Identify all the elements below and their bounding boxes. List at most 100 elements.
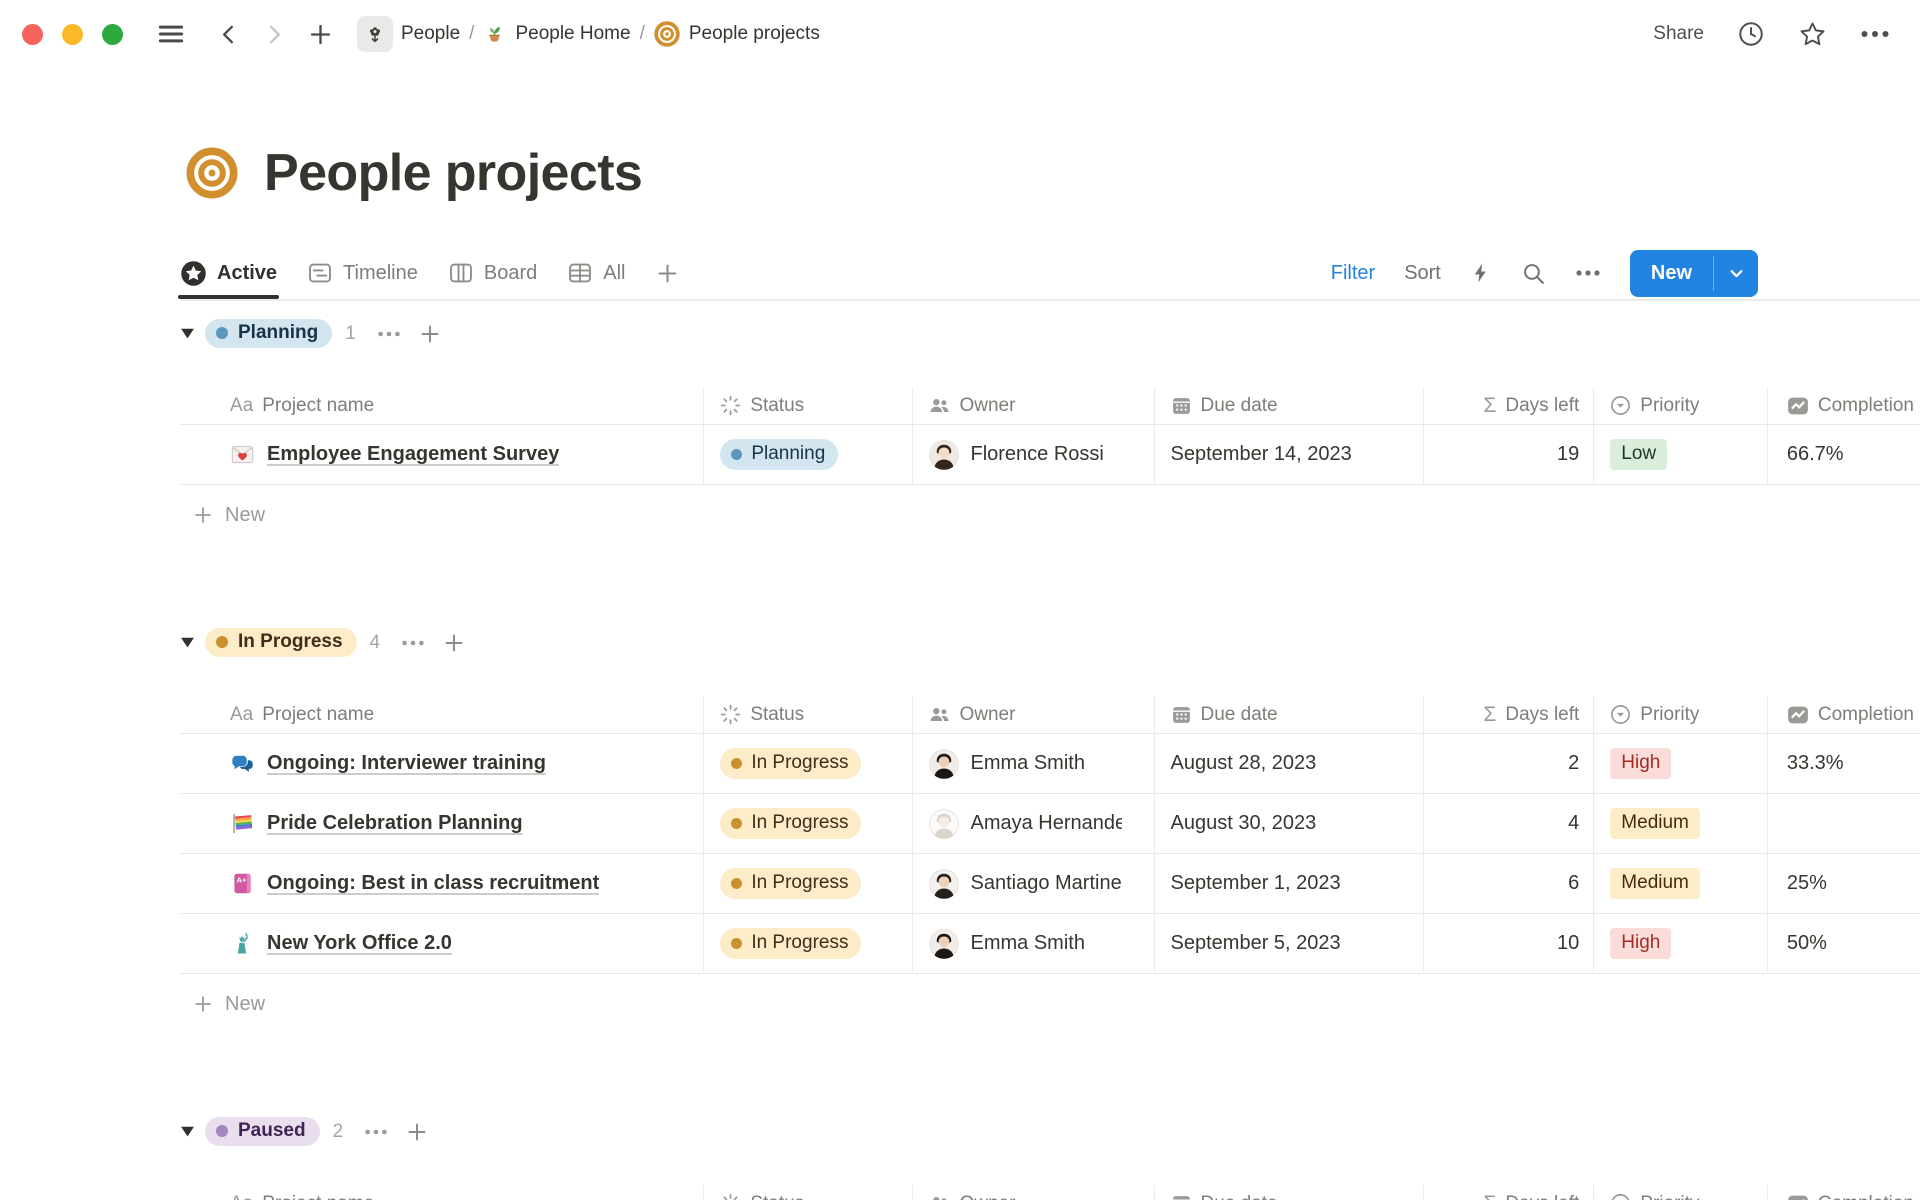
status-cell[interactable]: In Progress bbox=[704, 734, 913, 793]
completion-cell[interactable]: 66.7% bbox=[1768, 425, 1920, 484]
project-name-cell[interactable]: Ongoing: Interviewer training bbox=[180, 734, 704, 793]
due-date-cell[interactable]: August 28, 2023 bbox=[1155, 734, 1424, 793]
close-window-button[interactable] bbox=[22, 24, 43, 45]
project-name-cell[interactable]: Employee Engagement Survey bbox=[180, 425, 704, 484]
group-status-tag[interactable]: Planning bbox=[205, 319, 332, 348]
column-header-name[interactable]: AaProject name bbox=[180, 1185, 704, 1200]
automation-bolt-icon[interactable] bbox=[1470, 262, 1492, 284]
new-button-label[interactable]: New bbox=[1630, 250, 1713, 297]
tab-timeline[interactable]: Timeline bbox=[307, 247, 418, 299]
page-target-icon[interactable] bbox=[186, 147, 238, 199]
breadcrumb-people[interactable]: People bbox=[401, 23, 460, 45]
new-row-button[interactable]: New bbox=[180, 485, 1920, 545]
tab-active[interactable]: Active bbox=[180, 247, 277, 299]
view-more-icon[interactable] bbox=[1575, 269, 1601, 277]
group-more-icon[interactable] bbox=[377, 330, 401, 338]
updates-clock-icon[interactable] bbox=[1737, 20, 1765, 48]
project-link[interactable]: Pride Celebration Planning bbox=[267, 812, 523, 835]
sidebar-menu-icon[interactable] bbox=[156, 19, 186, 49]
collapse-triangle-icon[interactable] bbox=[180, 1125, 195, 1138]
completion-cell[interactable]: 50% bbox=[1768, 914, 1920, 973]
tab-board[interactable]: Board bbox=[448, 247, 537, 299]
due-date-cell[interactable]: September 14, 2023 bbox=[1155, 425, 1424, 484]
filter-button[interactable]: Filter bbox=[1331, 262, 1375, 285]
zoom-window-button[interactable] bbox=[102, 24, 123, 45]
group-status-tag[interactable]: Paused bbox=[205, 1117, 320, 1146]
tab-all[interactable]: All bbox=[567, 247, 625, 299]
project-name-cell[interactable]: Pride Celebration Planning bbox=[180, 794, 704, 853]
column-header-owner[interactable]: Owner bbox=[913, 696, 1154, 733]
back-icon[interactable] bbox=[217, 23, 240, 46]
more-options-icon[interactable] bbox=[1860, 29, 1890, 39]
priority-cell[interactable]: Medium bbox=[1594, 854, 1768, 913]
project-link[interactable]: Ongoing: Best in class recruitment bbox=[267, 872, 599, 895]
workspace-flower-icon[interactable] bbox=[357, 16, 393, 52]
group-add-icon[interactable] bbox=[418, 322, 442, 346]
column-header-days[interactable]: ΣDays left bbox=[1424, 387, 1595, 424]
column-header-due[interactable]: Due date bbox=[1155, 1185, 1424, 1200]
days-left-cell[interactable]: 2 bbox=[1424, 734, 1595, 793]
group-more-icon[interactable] bbox=[401, 639, 425, 647]
column-header-completion[interactable]: Completion bbox=[1768, 1185, 1920, 1200]
column-header-owner[interactable]: Owner bbox=[913, 387, 1154, 424]
column-header-status[interactable]: Status bbox=[704, 1185, 913, 1200]
new-button[interactable]: New bbox=[1630, 250, 1758, 297]
completion-cell[interactable]: 25% bbox=[1768, 854, 1920, 913]
status-cell[interactable]: In Progress bbox=[704, 914, 913, 973]
share-button[interactable]: Share bbox=[1653, 23, 1704, 45]
add-view-icon[interactable] bbox=[655, 261, 680, 286]
sort-button[interactable]: Sort bbox=[1404, 262, 1441, 285]
group-status-tag[interactable]: In Progress bbox=[205, 628, 357, 657]
priority-cell[interactable]: Medium bbox=[1594, 794, 1768, 853]
favorite-star-icon[interactable] bbox=[1798, 20, 1827, 49]
group-more-icon[interactable] bbox=[364, 1128, 388, 1136]
priority-cell[interactable]: High bbox=[1594, 914, 1768, 973]
priority-cell[interactable]: Low bbox=[1594, 425, 1768, 484]
owner-cell[interactable]: Amaya Hernandez bbox=[913, 794, 1154, 853]
column-header-priority[interactable]: Priority bbox=[1594, 1185, 1768, 1200]
column-header-status[interactable]: Status bbox=[704, 696, 913, 733]
column-header-due[interactable]: Due date bbox=[1155, 696, 1424, 733]
column-header-owner[interactable]: Owner bbox=[913, 1185, 1154, 1200]
collapse-triangle-icon[interactable] bbox=[180, 327, 195, 340]
column-header-days[interactable]: ΣDays left bbox=[1424, 1185, 1595, 1200]
breadcrumb-people-projects[interactable]: People projects bbox=[654, 21, 820, 47]
page-title[interactable]: People projects bbox=[264, 143, 642, 203]
completion-cell[interactable] bbox=[1768, 794, 1920, 853]
completion-cell[interactable]: 33.3% bbox=[1768, 734, 1920, 793]
new-row-button[interactable]: New bbox=[180, 974, 1920, 1034]
column-header-name[interactable]: AaProject name bbox=[180, 387, 704, 424]
priority-cell[interactable]: High bbox=[1594, 734, 1768, 793]
group-add-icon[interactable] bbox=[442, 631, 466, 655]
new-page-icon[interactable] bbox=[307, 21, 334, 48]
project-name-cell[interactable]: A+ Ongoing: Best in class recruitment bbox=[180, 854, 704, 913]
column-header-completion[interactable]: Completion bbox=[1768, 696, 1920, 733]
column-header-priority[interactable]: Priority bbox=[1594, 387, 1768, 424]
days-left-cell[interactable]: 6 bbox=[1424, 854, 1595, 913]
breadcrumb-people-home[interactable]: People Home bbox=[483, 23, 630, 46]
owner-cell[interactable]: Emma Smith bbox=[913, 734, 1154, 793]
due-date-cell[interactable]: September 1, 2023 bbox=[1155, 854, 1424, 913]
project-link[interactable]: Ongoing: Interviewer training bbox=[267, 752, 546, 775]
new-chevron-down-icon[interactable] bbox=[1714, 250, 1758, 297]
column-header-completion[interactable]: Completion bbox=[1768, 387, 1920, 424]
days-left-cell[interactable]: 19 bbox=[1424, 425, 1595, 484]
collapse-triangle-icon[interactable] bbox=[180, 636, 195, 649]
project-link[interactable]: Employee Engagement Survey bbox=[267, 443, 559, 466]
project-name-cell[interactable]: New York Office 2.0 bbox=[180, 914, 704, 973]
group-add-icon[interactable] bbox=[405, 1120, 429, 1144]
status-cell[interactable]: Planning bbox=[704, 425, 913, 484]
column-header-status[interactable]: Status bbox=[704, 387, 913, 424]
column-header-due[interactable]: Due date bbox=[1155, 387, 1424, 424]
days-left-cell[interactable]: 4 bbox=[1424, 794, 1595, 853]
days-left-cell[interactable]: 10 bbox=[1424, 914, 1595, 973]
due-date-cell[interactable]: September 5, 2023 bbox=[1155, 914, 1424, 973]
owner-cell[interactable]: Emma Smith bbox=[913, 914, 1154, 973]
column-header-priority[interactable]: Priority bbox=[1594, 696, 1768, 733]
minimize-window-button[interactable] bbox=[62, 24, 83, 45]
status-cell[interactable]: In Progress bbox=[704, 854, 913, 913]
due-date-cell[interactable]: August 30, 2023 bbox=[1155, 794, 1424, 853]
column-header-name[interactable]: AaProject name bbox=[180, 696, 704, 733]
search-icon[interactable] bbox=[1521, 261, 1546, 286]
status-cell[interactable]: In Progress bbox=[704, 794, 913, 853]
